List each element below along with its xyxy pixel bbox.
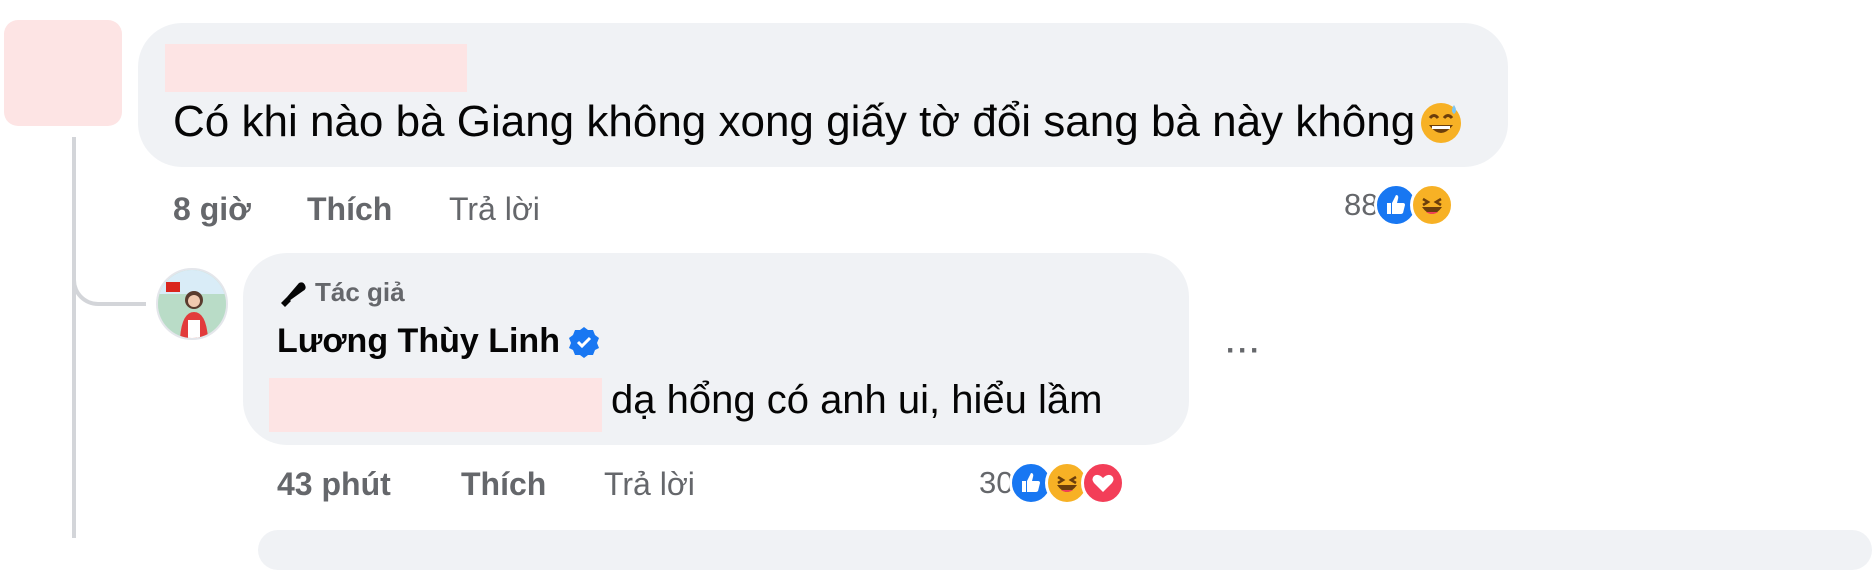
sweat-smile-emoji-icon — [1419, 101, 1463, 156]
reply-reply-button[interactable]: Trả lời — [604, 466, 695, 503]
next-comment-bubble — [258, 530, 1872, 570]
reply-text: dạ hổng có anh ui, hiểu lầm — [611, 378, 1103, 422]
author-avatar[interactable] — [156, 268, 228, 340]
comment-timestamp[interactable]: 8 giờ — [173, 191, 251, 228]
comment-text: Có khi nào bà Giang không xong giấy tờ đ… — [173, 97, 1463, 156]
love-reaction-icon — [1081, 461, 1126, 505]
commenter-avatar-redacted[interactable] — [4, 20, 122, 126]
more-options-button[interactable]: ··· — [1226, 334, 1262, 368]
verified-badge-icon — [568, 326, 600, 358]
comment-like-button[interactable]: Thích — [307, 191, 392, 228]
microphone-icon — [277, 279, 307, 307]
mention-redacted[interactable] — [269, 378, 602, 432]
commenter-name-redacted[interactable] — [165, 44, 467, 92]
author-badge: Tác giả — [277, 277, 405, 308]
reply-like-button[interactable]: Thích — [461, 466, 546, 503]
thread-line-vertical — [72, 137, 76, 538]
thread-line-branch — [72, 270, 146, 306]
comment-reply-button[interactable]: Trả lời — [449, 191, 540, 228]
reply-reactions[interactable]: 30 — [979, 461, 1126, 505]
reaction-count: 30 — [979, 465, 1014, 500]
author-name[interactable]: Lương Thùy Linh — [277, 322, 560, 361]
comment-text-content: Có khi nào bà Giang không xong giấy tờ đ… — [173, 97, 1416, 146]
author-name-row: Lương Thùy Linh — [277, 322, 600, 361]
comment-reactions[interactable]: 88 — [1344, 183, 1455, 227]
haha-reaction-icon — [1410, 183, 1455, 227]
reply-timestamp[interactable]: 43 phút — [277, 466, 391, 503]
author-badge-label: Tác giả — [315, 277, 405, 307]
reaction-count: 88 — [1344, 187, 1379, 222]
